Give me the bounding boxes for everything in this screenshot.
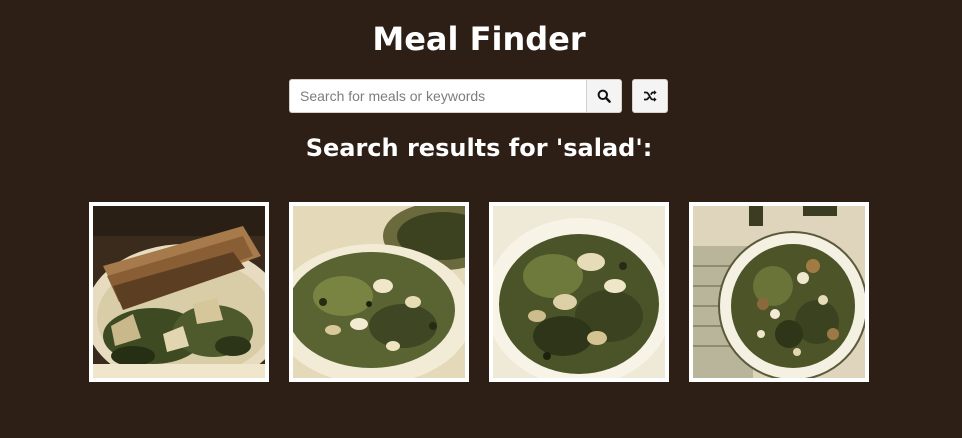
- plated-salad-photo: [493, 206, 665, 378]
- salmon-salad-photo: [93, 206, 265, 378]
- meal-card[interactable]: [289, 202, 469, 382]
- meal-card[interactable]: [689, 202, 869, 382]
- search-button[interactable]: [586, 79, 622, 113]
- search-icon: [597, 89, 611, 103]
- meal-card[interactable]: [89, 202, 269, 382]
- meal-card[interactable]: [489, 202, 669, 382]
- meal-finder-app: Meal Finder Search results for 'salad':: [0, 0, 962, 438]
- meals-grid: [89, 202, 869, 382]
- search-input[interactable]: [289, 79, 586, 113]
- page-title: Meal Finder: [372, 20, 586, 58]
- search-form: [289, 79, 622, 113]
- bowl-salad-photo: [293, 206, 465, 378]
- shuffle-icon: [644, 90, 657, 102]
- search-row: [289, 79, 668, 113]
- random-meal-button[interactable]: [632, 79, 668, 113]
- results-heading: Search results for 'salad':: [305, 134, 653, 162]
- plate-salad-photo: [693, 206, 865, 378]
